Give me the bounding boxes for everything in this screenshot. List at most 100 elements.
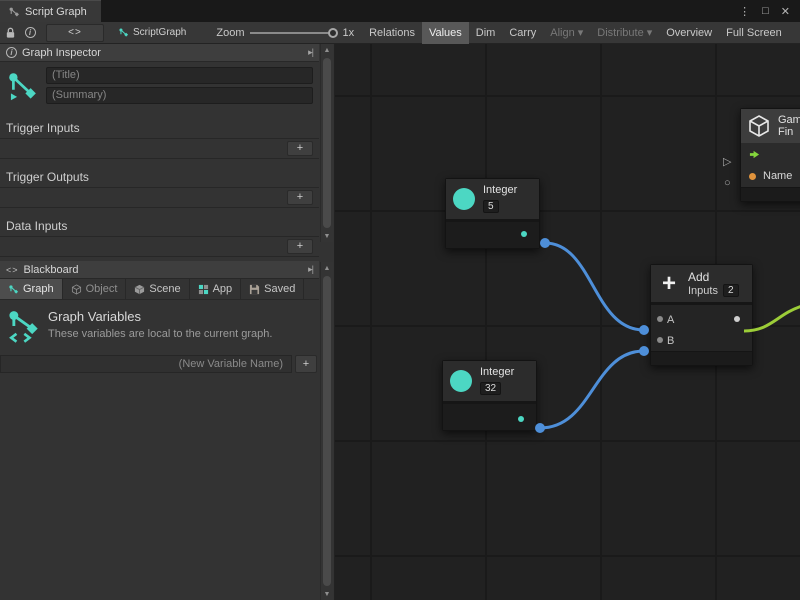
input-port-b-dot[interactable] — [657, 337, 663, 343]
new-variable-input[interactable]: (New Variable Name) — [0, 355, 292, 373]
string-port-dot[interactable] — [749, 173, 756, 180]
zoom-slider-track[interactable] — [250, 32, 336, 34]
flow-arrow-icon — [749, 149, 760, 160]
tab-scene[interactable]: Scene — [126, 279, 189, 299]
graph-inspector-header[interactable]: i Graph Inspector ▸| — [0, 44, 319, 62]
node-header[interactable]: Integer 5 — [446, 179, 539, 219]
dock-icon[interactable]: ▸| — [308, 47, 313, 58]
dim-button[interactable]: Dim — [469, 22, 503, 44]
overview-button[interactable]: Overview — [659, 22, 719, 44]
integer-node-5[interactable]: Integer 5 — [445, 178, 540, 249]
window-menu-icon[interactable]: ⋮ — [739, 5, 750, 18]
trigger-port-outline-icon[interactable]: ▷ — [723, 155, 731, 168]
zoom-slider-handle[interactable] — [328, 28, 338, 38]
scrollbar-track[interactable] — [321, 56, 333, 230]
maximize-icon[interactable]: □ — [762, 5, 769, 17]
graph-icon — [8, 284, 19, 295]
relations-button[interactable]: Relations — [362, 22, 422, 44]
tab-app[interactable]: App — [190, 279, 242, 299]
tab-object[interactable]: Object — [63, 279, 127, 299]
zoom-slider[interactable] — [250, 28, 336, 38]
graph-variables-icon — [6, 309, 40, 343]
zoom-label: Zoom — [216, 27, 244, 39]
port-label: Name — [763, 170, 792, 182]
new-variable-row: (New Variable Name) + — [0, 355, 319, 373]
toolbar-buttons: Relations Values Dim Carry Align ▾ Distr… — [362, 22, 789, 44]
zoom-control: Zoom 1x — [216, 27, 354, 39]
wire-endpoint[interactable] — [540, 238, 550, 248]
add-trigger-input-button[interactable]: + — [287, 141, 313, 156]
window-tab-label: Script Graph — [25, 6, 87, 18]
port-row-b[interactable]: B — [651, 330, 752, 351]
lock-icon[interactable] — [0, 23, 20, 43]
inspector-scrollbar[interactable]: ▲ ▼ — [320, 44, 333, 242]
chevron-down-icon: ▾ — [578, 26, 584, 39]
scroll-down-icon[interactable]: ▼ — [321, 230, 333, 242]
scroll-down-icon[interactable]: ▼ — [321, 588, 333, 600]
blackboard-header[interactable]: <> Blackboard ▸| — [0, 261, 319, 279]
wire-integer32-to-b[interactable] — [540, 351, 644, 428]
graph-toolbar: i <> ScriptGraph Zoom 1x Relations Value… — [0, 22, 800, 44]
cube-icon — [71, 284, 82, 295]
values-button[interactable]: Values — [422, 22, 469, 44]
output-port-dot[interactable] — [518, 416, 524, 422]
scroll-up-icon[interactable]: ▲ — [321, 262, 333, 274]
summary-input[interactable]: (Summary) — [46, 87, 313, 104]
name-port-row[interactable]: Name — [741, 165, 800, 187]
node-ports: Name — [741, 143, 800, 201]
align-dropdown[interactable]: Align ▾ — [543, 22, 590, 44]
code-view-button[interactable]: <> — [46, 24, 104, 42]
tab-graph[interactable]: Graph — [0, 279, 63, 299]
output-port-dot[interactable] — [521, 231, 527, 237]
trigger-outputs-label: Trigger Outputs — [0, 159, 319, 187]
flow-port-row[interactable] — [741, 143, 800, 165]
graph-icon — [8, 6, 20, 18]
add-variable-button[interactable]: + — [295, 355, 317, 373]
integer-value-input[interactable]: 32 — [480, 382, 501, 395]
trigger-inputs-label: Trigger Inputs — [0, 110, 319, 138]
graph-icon — [118, 27, 129, 38]
graph-name-label: ScriptGraph — [133, 27, 186, 38]
integer-type-icon — [450, 370, 472, 392]
inputs-count-input[interactable]: 2 — [723, 284, 739, 297]
node-header[interactable]: + Add Inputs 2 — [651, 265, 752, 302]
add-icon: + — [658, 273, 680, 295]
partial-node[interactable]: Gam Fin Name — [740, 108, 800, 202]
integer-node-32[interactable]: Integer 32 — [442, 360, 537, 431]
app-grid-icon — [198, 284, 209, 295]
graph-canvas[interactable]: Integer 5 Integer 32 — [335, 44, 800, 600]
input-port-a-dot[interactable] — [657, 316, 663, 322]
tab-saved[interactable]: Saved — [241, 279, 304, 299]
wire-endpoint[interactable] — [639, 325, 649, 335]
code-icon: <> — [6, 265, 19, 275]
distribute-dropdown[interactable]: Distribute ▾ — [590, 22, 659, 44]
node-title: Integer — [483, 184, 517, 196]
graph-meta-block: (Title) (Summary) — [0, 62, 319, 110]
node-header[interactable]: Gam Fin — [741, 109, 800, 143]
port-row-a[interactable]: A — [651, 309, 752, 330]
scrollbar-thumb[interactable] — [323, 276, 331, 586]
blackboard-scrollbar[interactable]: ▲ ▼ — [320, 262, 333, 600]
carry-button[interactable]: Carry — [502, 22, 543, 44]
blackboard-tabs: Graph Object Scene — [0, 279, 319, 300]
scrollbar-thumb[interactable] — [323, 58, 331, 228]
wire-integer5-to-a[interactable] — [545, 243, 644, 330]
node-header[interactable]: Integer 32 — [443, 361, 536, 401]
scrollbar-track[interactable] — [321, 274, 333, 588]
add-trigger-output-button[interactable]: + — [287, 190, 313, 205]
integer-value-input[interactable]: 5 — [483, 200, 499, 213]
window-tab-script-graph[interactable]: Script Graph — [0, 0, 101, 22]
wire-endpoint[interactable] — [639, 346, 649, 356]
scroll-up-icon[interactable]: ▲ — [321, 44, 333, 56]
title-input[interactable]: (Title) — [46, 67, 313, 84]
add-data-input-button[interactable]: + — [287, 239, 313, 254]
output-port-dot[interactable] — [734, 316, 740, 322]
add-node[interactable]: + Add Inputs 2 A B — [650, 264, 753, 366]
scene-icon — [134, 284, 145, 295]
info-icon[interactable]: i — [20, 23, 40, 43]
full-screen-button[interactable]: Full Screen — [719, 22, 789, 44]
close-icon[interactable]: ✕ — [781, 5, 790, 18]
dock-icon[interactable]: ▸| — [308, 264, 313, 275]
zoom-value: 1x — [342, 27, 354, 39]
value-port-outline-icon[interactable]: ○ — [724, 177, 731, 189]
